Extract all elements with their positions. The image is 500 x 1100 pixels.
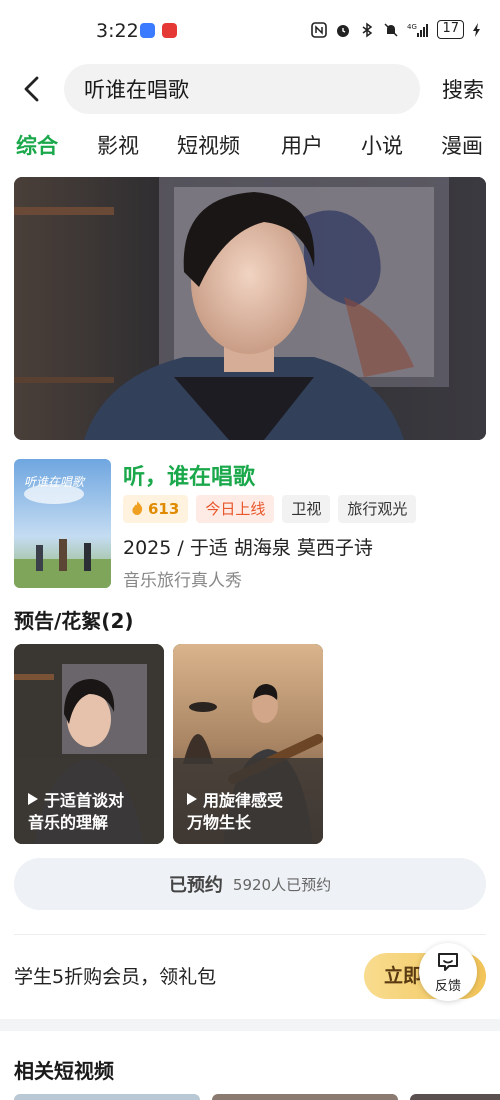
- promo-button-label: 立即: [384, 965, 423, 987]
- reserve-button[interactable]: 已预约 5920人已预约: [14, 858, 486, 910]
- related-video-thumb[interactable]: [14, 1094, 200, 1100]
- related-thumbnails[interactable]: [0, 1094, 500, 1100]
- show-title[interactable]: 听，谁在唱歌: [123, 459, 255, 491]
- tab-comics[interactable]: 漫画: [441, 130, 483, 160]
- battery-icon: 17: [437, 20, 464, 39]
- search-button[interactable]: 搜索: [442, 74, 484, 104]
- clip-caption: 于适首谈对 音乐的理解: [14, 758, 164, 844]
- tab-users[interactable]: 用户: [281, 130, 323, 160]
- clips-section-title: 预告/花絮(2): [14, 609, 134, 633]
- status-icons: 4G 17: [311, 20, 482, 39]
- feedback-button[interactable]: 反馈: [419, 943, 477, 1001]
- show-meta: 2025 / 于适 胡海泉 莫西子诗: [123, 537, 373, 559]
- reserve-count: 5920人已预约: [232, 875, 332, 894]
- divider: [14, 934, 486, 935]
- tab-novels[interactable]: 小说: [361, 130, 403, 160]
- signal-icon: 4G: [407, 23, 429, 37]
- play-icon: [187, 793, 197, 805]
- bluetooth-icon: [363, 22, 373, 37]
- tab-film-tv[interactable]: 影视: [97, 130, 139, 160]
- charging-icon: [473, 22, 480, 37]
- tab-short-video[interactable]: 短视频: [177, 130, 240, 160]
- nfc-icon: [311, 21, 328, 38]
- related-section-title: 相关短视频: [14, 1059, 114, 1083]
- promo-text: 学生5折购会员，领礼包: [14, 966, 217, 988]
- status-time: 3:22: [96, 20, 139, 42]
- related-video-thumb[interactable]: [410, 1094, 500, 1100]
- tag-satellite-tv: 卫视: [282, 495, 331, 523]
- clip-card[interactable]: 用旋律感受 万物生长: [173, 644, 323, 844]
- mute-icon: [384, 22, 398, 37]
- app-notification-icon: [162, 23, 177, 38]
- section-separator: [0, 1019, 500, 1031]
- chevron-left-icon[interactable]: [18, 74, 48, 104]
- hero-video-banner[interactable]: [14, 177, 486, 440]
- status-bar: 3:22 4G 17: [0, 0, 500, 62]
- search-input[interactable]: 听谁在唱歌: [64, 64, 420, 114]
- flame-icon: [132, 501, 143, 515]
- heat-badge: 613: [123, 495, 189, 523]
- show-poster[interactable]: 听谁在唱歌: [14, 459, 111, 588]
- category-tabs: 综合 影视 短视频 用户 小说 漫画: [0, 130, 500, 170]
- reserve-label: 已预约: [168, 875, 223, 896]
- svg-text:4G: 4G: [407, 23, 417, 31]
- tab-all[interactable]: 综合: [16, 130, 58, 160]
- tag-travel: 旅行观光: [338, 495, 417, 523]
- clip-card[interactable]: 于适首谈对 音乐的理解: [14, 644, 164, 844]
- feedback-icon: [438, 953, 458, 971]
- heat-value: 613: [148, 500, 180, 518]
- show-genre: 音乐旅行真人秀: [123, 571, 242, 591]
- clip-caption: 用旋律感受 万物生长: [173, 758, 323, 844]
- tag-today-online: 今日上线: [196, 495, 275, 523]
- feedback-label: 反馈: [434, 979, 461, 994]
- play-icon: [28, 793, 38, 805]
- show-tags: 613 今日上线 卫视 旅行观光: [123, 495, 417, 523]
- search-query: 听谁在唱歌: [84, 78, 189, 102]
- related-video-thumb[interactable]: [212, 1094, 398, 1100]
- app-notification-icon: [140, 23, 155, 38]
- alarm-icon: [337, 24, 350, 37]
- poster-title: 听谁在唱歌: [24, 475, 85, 489]
- hero-image: [14, 177, 486, 440]
